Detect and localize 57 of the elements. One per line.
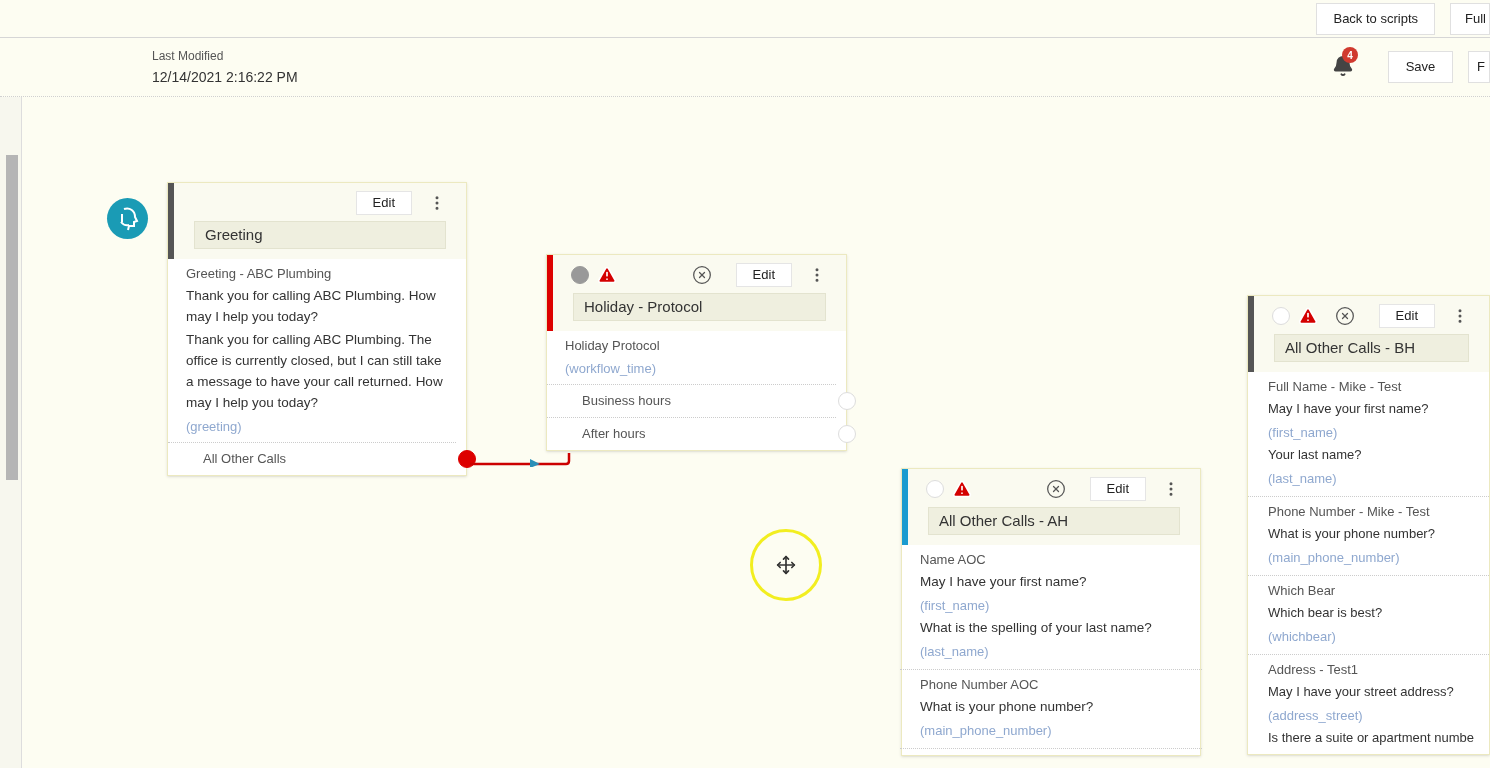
flow-node[interactable]: Edit Holiday - Protocol Holiday Protocol (workflow_time) Business hours After hours xyxy=(546,254,847,451)
output-row[interactable]: All Other Calls xyxy=(168,442,456,475)
remove-icon[interactable] xyxy=(1045,479,1066,499)
agent-avatar-icon xyxy=(107,198,148,239)
step-label: Address - Test1 xyxy=(1268,661,1360,679)
full-button[interactable]: Full xyxy=(1450,2,1490,35)
variable-name: (last_name) xyxy=(920,643,990,661)
prompt-text: What is your phone number? xyxy=(1268,525,1435,543)
variable-name: (last_name) xyxy=(1268,470,1338,488)
variable-name: (main_phone_number) xyxy=(920,722,1053,740)
prompt-text: May I have your street address? xyxy=(1268,683,1454,701)
node-title-field[interactable]: All Other Calls - AH xyxy=(928,507,1180,535)
edit-button[interactable]: Edit xyxy=(355,191,412,215)
output-row[interactable]: Business hours xyxy=(547,384,836,417)
publish-button[interactable]: F xyxy=(1468,51,1490,83)
step-label: Phone Number - Mike - Test xyxy=(1268,503,1431,521)
prompt-text: May I have your first name? xyxy=(1268,400,1429,418)
output-row[interactable]: After hours xyxy=(547,417,836,450)
variable-name: (whichbear) xyxy=(1268,628,1337,646)
prompt-text: What is the spelling of your last name? xyxy=(920,619,1153,637)
back-to-scripts-button[interactable]: Back to scripts xyxy=(1316,2,1435,35)
variable-name: (greeting) xyxy=(186,418,243,436)
save-button[interactable]: Save xyxy=(1388,51,1453,83)
edit-button[interactable]: Edit xyxy=(735,263,792,287)
step-label: Name AOC xyxy=(920,551,987,569)
move-cursor-icon xyxy=(776,555,796,575)
edit-button[interactable]: Edit xyxy=(1089,477,1146,501)
node-title-field[interactable]: Holiday - Protocol xyxy=(573,293,826,321)
node-title-field[interactable]: Greeting xyxy=(194,221,446,249)
step-label: Holiday Protocol xyxy=(565,337,661,355)
step-label: Full Name - Mike - Test xyxy=(1268,378,1403,396)
last-modified-label: Last Modified xyxy=(152,47,225,65)
variable-name: (workflow_time) xyxy=(565,360,657,378)
last-modified-value: 12/14/2021 2:16:22 PM xyxy=(152,67,298,87)
remove-icon[interactable] xyxy=(1334,306,1355,326)
flow-node[interactable] xyxy=(1247,295,1490,755)
flow-node[interactable] xyxy=(167,182,467,476)
variable-name: (main_phone_number) xyxy=(1268,549,1401,567)
notification-count: 4 xyxy=(1342,47,1358,63)
prompt-text: Thank you for calling ABC Plumbing. How may I help you today? xyxy=(186,287,437,326)
prompt-text: Which bear is best? xyxy=(1268,604,1383,622)
variable-name: (first_name) xyxy=(920,597,991,615)
node-title-field[interactable]: All Other Calls - BH xyxy=(1274,334,1469,362)
step-label: Greeting - ABC Plumbing xyxy=(186,265,333,283)
step-label: Which Bear xyxy=(1268,582,1337,600)
edit-button[interactable]: Edit xyxy=(1378,304,1435,328)
prompt-text: May I have your first name? xyxy=(920,573,1088,591)
flow-node[interactable]: Edit All Other Calls - AH Name AOC May I have your first name? (first_name) What is the spelling of your last name? (last_name) Phone Number AOC What is your phone number? (main_phone_number) xyxy=(901,468,1201,756)
prompt-text: Your last name? xyxy=(1268,446,1362,464)
step-label: Phone Number AOC xyxy=(920,676,1040,694)
variable-name: (address_street) xyxy=(1268,707,1364,725)
prompt-text: What is your phone number? xyxy=(920,698,1095,716)
variable-name: (first_name) xyxy=(1268,424,1339,442)
prompt-text: Thank you for calling ABC Plumbing. The office is currently closed, but I can still take a message to have your call returned. How may I help you today? xyxy=(186,331,444,412)
scrollbar-thumb[interactable] xyxy=(6,155,18,480)
remove-icon[interactable] xyxy=(691,265,712,285)
prompt-text: Is there a suite or apartment numbe xyxy=(1268,729,1474,747)
